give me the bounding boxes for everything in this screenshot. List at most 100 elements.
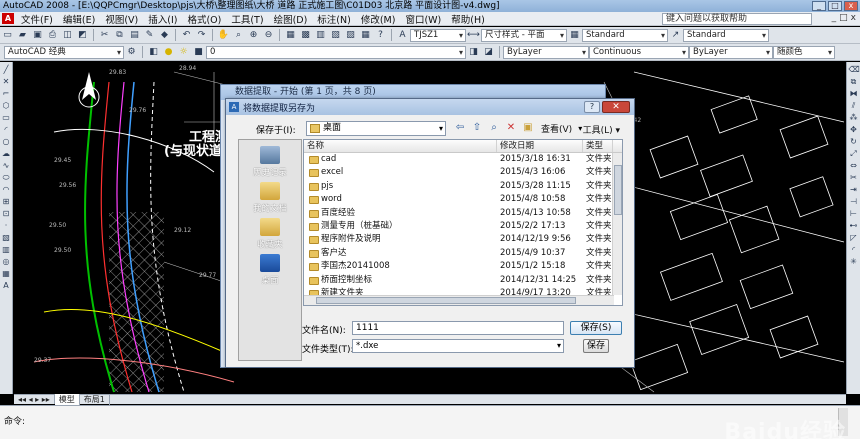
back-icon[interactable]: ⇦ — [453, 121, 467, 135]
zoom-window-icon[interactable]: ⊕ — [247, 29, 260, 41]
design-center-icon[interactable]: ▩ — [299, 29, 312, 41]
tool-palettes-icon[interactable]: ▥ — [314, 29, 327, 41]
scale-icon[interactable]: ⤢ — [849, 149, 859, 159]
doc-close-button[interactable]: x — [851, 13, 856, 23]
maximize-button[interactable]: □ — [828, 1, 842, 11]
markup-icon[interactable]: ▨ — [344, 29, 357, 41]
file-list-hscrollbar[interactable] — [304, 295, 614, 305]
extend-icon[interactable]: ⇥ — [849, 185, 859, 195]
make-block-icon[interactable]: ⊡ — [1, 209, 11, 219]
stretch-icon[interactable]: ⇔ — [849, 161, 859, 171]
file-row[interactable]: pjs 2015/3/28 11:15 文件夹 — [304, 180, 622, 193]
cancel-button[interactable]: 保存 — [583, 339, 609, 353]
column-date[interactable]: 修改日期 — [497, 140, 583, 152]
autocad-logo-icon[interactable]: A — [2, 13, 14, 24]
gradient-icon[interactable]: ▥ — [1, 245, 11, 255]
sun-icon[interactable]: ☼ — [177, 46, 190, 58]
publish-icon[interactable]: ◩ — [76, 29, 89, 41]
ellipse-arc-icon[interactable]: ◠ — [1, 185, 11, 195]
menu-format[interactable]: 格式(O) — [182, 12, 226, 26]
column-name[interactable]: 名称 — [304, 140, 497, 152]
line-icon[interactable]: ╱ — [1, 65, 11, 75]
region-icon[interactable]: ◎ — [1, 257, 11, 267]
erase-icon[interactable]: ⌫ — [849, 65, 860, 75]
multiline-text-icon[interactable]: A — [1, 281, 11, 291]
workspace-settings-icon[interactable]: ⚙ — [125, 46, 138, 58]
menu-edit[interactable]: 编辑(E) — [58, 12, 100, 26]
spline-icon[interactable]: ∿ — [1, 161, 11, 171]
up-folder-icon[interactable]: ⇧ — [470, 121, 484, 135]
place-documents[interactable]: 我的文档 — [239, 182, 301, 214]
close-button[interactable]: x — [844, 1, 858, 11]
plotstyle-select[interactable]: 随颜色 — [773, 45, 835, 59]
offset-icon[interactable]: ⫽ — [849, 101, 859, 111]
file-row[interactable]: 程序附件及说明 2014/12/19 9:56 文件夹 — [304, 233, 622, 246]
chamfer-icon[interactable]: ◸ — [849, 233, 859, 243]
file-row[interactable]: 百度经验 2015/4/13 10:58 文件夹 — [304, 207, 622, 220]
break-icon[interactable]: ⊢ — [849, 209, 859, 219]
workspace-select[interactable]: AutoCAD 经典 — [4, 45, 124, 59]
file-row[interactable]: 桥面控制坐标 2014/12/31 14:25 文件夹 — [304, 274, 622, 287]
nav-arrows[interactable]: ◂◂ ◂ ▸ ▸▸ — [14, 395, 55, 404]
make-current-layer-icon[interactable]: ◨ — [467, 46, 480, 58]
array-icon[interactable]: ⁂ — [849, 113, 859, 123]
save-in-select[interactable]: 桌面 ▾ — [306, 121, 446, 136]
ellipse-icon[interactable]: ⬭ — [1, 173, 11, 183]
linetype-select[interactable]: Continuous — [589, 45, 689, 59]
delete-icon[interactable]: ✕ — [504, 121, 518, 135]
revision-cloud-icon[interactable]: ☁ — [1, 149, 11, 159]
doc-minimize-button[interactable]: _ — [832, 13, 837, 23]
move-icon[interactable]: ✥ — [849, 125, 859, 135]
menu-window[interactable]: 窗口(W) — [400, 12, 446, 26]
doc-restore-button[interactable]: □ — [839, 13, 848, 23]
polygon-icon[interactable]: ⬡ — [1, 101, 11, 111]
new-file-icon[interactable]: ▭ — [1, 29, 14, 41]
file-row[interactable]: excel 2015/4/3 16:06 文件夹 — [304, 166, 622, 179]
zoom-realtime-icon[interactable]: ⌕ — [232, 29, 245, 41]
hatch-icon[interactable]: ▧ — [1, 233, 11, 243]
tab-layout1[interactable]: 布局1 — [80, 394, 110, 405]
dim-style-select[interactable]: 尺寸样式 - 平面 — [481, 28, 567, 42]
quickcalc-icon[interactable]: ▦ — [359, 29, 372, 41]
layer-manager-icon[interactable]: ◧ — [147, 46, 160, 58]
table-icon[interactable]: ▦ — [1, 269, 11, 279]
file-row[interactable]: word 2015/4/8 10:58 文件夹 — [304, 193, 622, 206]
menu-dimension[interactable]: 标注(N) — [312, 12, 356, 26]
layer-previous-icon[interactable]: ◪ — [482, 46, 495, 58]
place-history[interactable]: 历史记录 — [239, 146, 301, 178]
multileader-style-select[interactable]: Standard — [683, 28, 769, 42]
minimize-button[interactable]: _ — [812, 1, 826, 11]
print-preview-icon[interactable]: ◫ — [61, 29, 74, 41]
file-row[interactable]: cad 2015/3/18 16:31 文件夹 — [304, 153, 622, 166]
properties-icon[interactable]: ▦ — [284, 29, 297, 41]
redo-icon[interactable]: ↷ — [195, 29, 208, 41]
copy-icon[interactable]: ⧉ — [113, 29, 126, 41]
save-button[interactable]: 保存(S) — [570, 321, 622, 335]
menu-draw[interactable]: 绘图(D) — [269, 12, 313, 26]
circle-icon[interactable]: ○ — [1, 137, 11, 147]
rotate-icon[interactable]: ↻ — [849, 137, 859, 147]
print-icon[interactable]: ⎙ — [46, 29, 59, 41]
dialog-help-button[interactable]: ? — [584, 101, 600, 113]
help-search-input[interactable]: 键入问题以获取帮助 — [662, 13, 812, 25]
layer-select[interactable]: 0 — [206, 45, 466, 59]
vscroll-thumb[interactable] — [614, 165, 622, 215]
construction-line-icon[interactable]: ✕ — [1, 77, 11, 87]
pan-icon[interactable]: ✋ — [217, 29, 230, 41]
file-list-vscrollbar[interactable] — [612, 153, 622, 295]
fillet-icon[interactable]: ◜ — [849, 245, 859, 255]
lightbulb-icon[interactable]: ● — [162, 46, 175, 58]
join-icon[interactable]: ⊷ — [849, 221, 859, 231]
search-web-icon[interactable]: ⌕ — [487, 121, 501, 135]
menu-view[interactable]: 视图(V) — [100, 12, 143, 26]
file-list[interactable]: 名称 修改日期 类型 cad 2015/3/18 16:31 文件夹 excel 201… — [303, 139, 623, 306]
menu-tools[interactable]: 工具(T) — [226, 12, 268, 26]
paste-icon[interactable]: ▤ — [128, 29, 141, 41]
open-file-icon[interactable]: ▰ — [16, 29, 29, 41]
trim-icon[interactable]: ✂ — [849, 173, 859, 183]
place-favorites[interactable]: 收藏夹 — [239, 218, 301, 250]
menu-file[interactable]: 文件(F) — [16, 12, 58, 26]
filename-input[interactable]: 1111 — [352, 321, 564, 335]
menu-modify[interactable]: 修改(M) — [356, 12, 401, 26]
zoom-previous-icon[interactable]: ⊖ — [262, 29, 275, 41]
